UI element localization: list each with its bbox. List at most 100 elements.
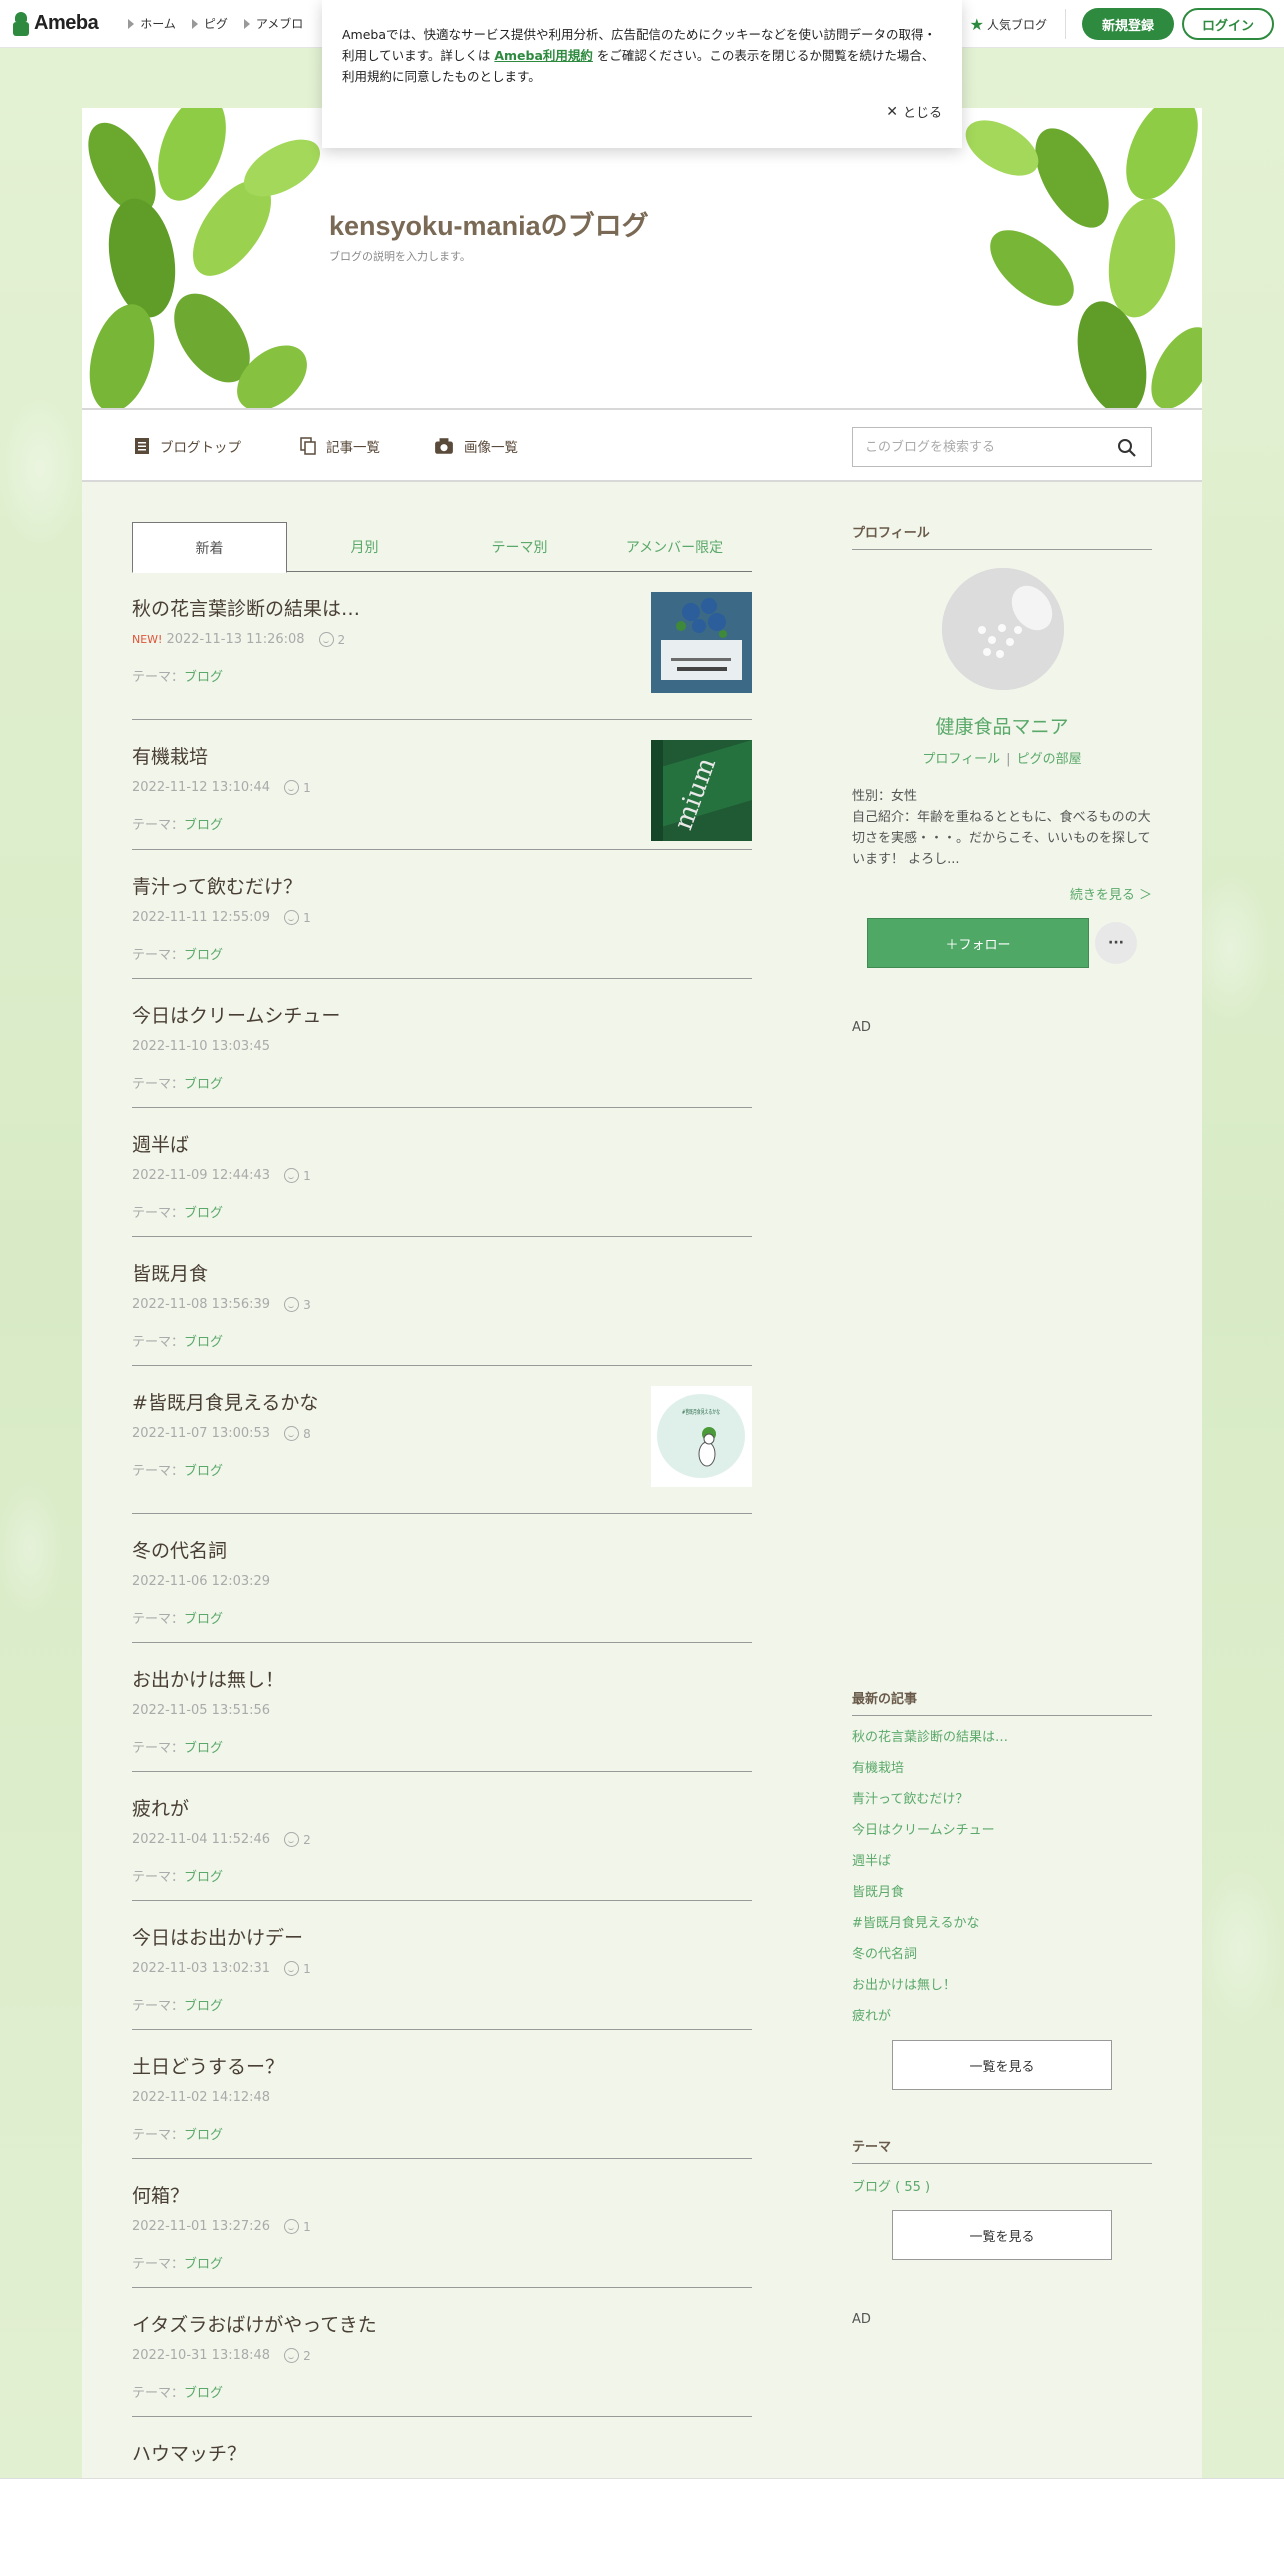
entry-title[interactable]: お出かけは無し！ (132, 1665, 284, 1692)
theme-link[interactable]: ブログ (184, 1612, 223, 1627)
entry-title[interactable]: 有機栽培 (132, 742, 208, 769)
theme-link[interactable]: ブログ (184, 2128, 223, 2143)
entry-thumbnail[interactable] (651, 592, 752, 693)
entry-theme: テーマ：ブログ (132, 2128, 224, 2143)
comment-icon (284, 1832, 300, 1847)
entry-title[interactable]: 土日どうするー？ (132, 2052, 284, 2079)
comment-count[interactable]: 2 (318, 632, 345, 647)
tab-theme[interactable]: テーマ別 (442, 522, 597, 572)
pig-room-link[interactable]: ピグの部屋 (1017, 752, 1082, 767)
cookie-close-button[interactable]: ✕ とじる (886, 102, 942, 122)
follow-button[interactable]: ＋フォロー (867, 918, 1089, 968)
comment-count[interactable]: 1 (284, 2219, 311, 2234)
entry-theme: テーマ：ブログ (132, 2386, 224, 2401)
theme-link[interactable]: ブログ (184, 1206, 223, 1221)
entry-title[interactable]: イタズラおばけがやってきた (132, 2310, 377, 2337)
theme-link[interactable]: ブログ (184, 1999, 223, 2014)
profile-links: プロフィール | ピグの部屋 (922, 752, 1082, 767)
tab-monthly[interactable]: 月別 (287, 522, 442, 572)
profile-link[interactable]: プロフィール (922, 752, 1000, 767)
recent-entry-link[interactable]: 今日はクリームシチュー (852, 1815, 1152, 1846)
recent-entry-link[interactable]: 有機栽培 (852, 1753, 1152, 1784)
theme-link[interactable]: ブログ (184, 1870, 223, 1885)
comment-count[interactable]: 1 (284, 1961, 311, 1976)
entry-title[interactable]: 週半ば (132, 1130, 189, 1157)
copy-icon (300, 437, 316, 455)
entry-theme: テーマ：ブログ (132, 1077, 224, 1092)
entry-title[interactable]: 青汁って飲むだけ？ (132, 872, 302, 899)
blog-search-input[interactable] (853, 428, 1103, 466)
entry-title[interactable]: 今日はクリームシチュー (132, 1001, 340, 1028)
recent-entry-link[interactable]: お出かけは無し！ (852, 1970, 1152, 2001)
theme-link[interactable]: ブログ (184, 1464, 223, 1479)
cookie-text: Amebaでは、快適なサービス提供や利用分析、広告配信のためにクッキーなどを使い… (342, 27, 937, 84)
theme-link[interactable]: ブログ (184, 1335, 223, 1350)
entry-title[interactable]: #皆既月食見えるかな (132, 1388, 318, 1415)
recent-heading: 最新の記事 (852, 1688, 1152, 1716)
recent-entry-link[interactable]: 秋の花言葉診断の結果は… (852, 1722, 1152, 1753)
recent-entry-link[interactable]: 青汁って飲むだけ？ (852, 1784, 1152, 1815)
theme-link[interactable]: ブログ (184, 1741, 223, 1756)
entry-item: 秋の花言葉診断の結果は… NEW! 2022-11-13 11:26:08 2 テーマ：… (132, 572, 752, 720)
comment-count[interactable]: 1 (284, 1168, 311, 1183)
entry-thumbnail[interactable]: mium (651, 740, 752, 841)
nav-home[interactable]: ホーム (128, 15, 176, 32)
entry-title[interactable]: 皆既月食 (132, 1259, 208, 1286)
entry-title[interactable]: 今日はお出かけデー (132, 1923, 303, 1950)
entry-thumbnail[interactable]: #皆既月食見えるかな (651, 1386, 752, 1487)
terms-link[interactable]: Ameba利用規約 (494, 48, 593, 63)
nav-image-list[interactable]: 画像一覧 (434, 436, 518, 456)
entry-title[interactable]: 秋の花言葉診断の結果は… (132, 594, 360, 621)
nav-pig[interactable]: ピグ (191, 15, 228, 32)
entry-item: イタズラおばけがやってきた 2022-10-31 13:18:48 2 テーマ：ブログ (132, 2288, 752, 2417)
popular-blog-link[interactable]: ★ 人気ブログ (970, 15, 1047, 34)
comment-count[interactable]: 3 (284, 1297, 311, 1312)
nav-ameblo[interactable]: アメブロ (243, 15, 303, 32)
more-menu-button[interactable]: ··· (1095, 922, 1137, 964)
ameba-logo-icon (12, 10, 30, 38)
comment-count[interactable]: 2 (284, 2348, 311, 2363)
entry-item: 今日はお出かけデー 2022-11-03 13:02:31 1 テーマ：ブログ (132, 1901, 752, 2030)
comment-count[interactable]: 1 (284, 780, 311, 795)
ameba-logo[interactable]: Ameba (12, 10, 99, 38)
entry-title[interactable]: 冬の代名詞 (132, 1536, 227, 1563)
login-button[interactable]: ログイン (1182, 8, 1274, 40)
tab-new[interactable]: 新着 (132, 522, 287, 573)
theme-link[interactable]: ブログ (184, 948, 223, 963)
read-more-link[interactable]: 続きを見る ＞ (852, 884, 1152, 903)
comment-icon (318, 632, 334, 647)
entry-title[interactable]: 何箱？ (132, 2181, 189, 2208)
entry-meta: 2022-11-10 13:03:45 (132, 1039, 270, 1054)
global-nav: ホーム ピグ アメブロ (112, 15, 303, 32)
entry-title[interactable]: ハウマッチ？ (132, 2439, 246, 2466)
theme-link[interactable]: ブログ (184, 1077, 223, 1092)
comment-count[interactable]: 2 (284, 1832, 311, 1847)
theme-link[interactable]: ブログ (184, 818, 223, 833)
theme-link[interactable]: ブログ (184, 2257, 223, 2272)
recent-all-button[interactable]: 一覧を見る (892, 2040, 1112, 2090)
tab-amember[interactable]: アメンバー限定 (597, 522, 752, 572)
search-icon[interactable] (1117, 438, 1137, 458)
entry-meta: 2022-11-08 13:56:39 3 (132, 1297, 311, 1312)
theme-all-button[interactable]: 一覧を見る (892, 2210, 1112, 2260)
recent-entry-link[interactable]: 疲れが (852, 2001, 1152, 2032)
blog-title[interactable]: kensyoku-maniaのブログ (329, 204, 649, 243)
theme-item[interactable]: ブログ ( 55 ) (852, 2176, 930, 2195)
recent-entry-link[interactable]: #皆既月食見えるかな (852, 1908, 1152, 1939)
avatar[interactable] (942, 568, 1064, 690)
comment-count[interactable]: 8 (284, 1426, 311, 1441)
recent-entry-link[interactable]: 皆既月食 (852, 1877, 1152, 1908)
entry-theme: テーマ：ブログ (132, 1206, 224, 1221)
comment-count[interactable]: 1 (284, 910, 311, 925)
entry-title[interactable]: 疲れが (132, 1794, 189, 1821)
recent-entry-link[interactable]: 週半ば (852, 1846, 1152, 1877)
theme-link[interactable]: ブログ (184, 2386, 223, 2401)
register-button[interactable]: 新規登録 (1082, 8, 1174, 40)
nav-entry-list[interactable]: 記事一覧 (300, 436, 380, 456)
theme-link[interactable]: ブログ (184, 670, 223, 685)
recent-list: 秋の花言葉診断の結果は… 有機栽培 青汁って飲むだけ？ 今日はクリームシチュー 週半ば皆… (852, 1722, 1152, 2032)
recent-entry-link[interactable]: 冬の代名詞 (852, 1939, 1152, 1970)
entry-date: 2022-11-09 12:44:43 (132, 1168, 271, 1183)
nav-blog-top[interactable]: ブログトップ (134, 436, 241, 456)
profile-name[interactable]: 健康食品マニア (852, 712, 1152, 739)
